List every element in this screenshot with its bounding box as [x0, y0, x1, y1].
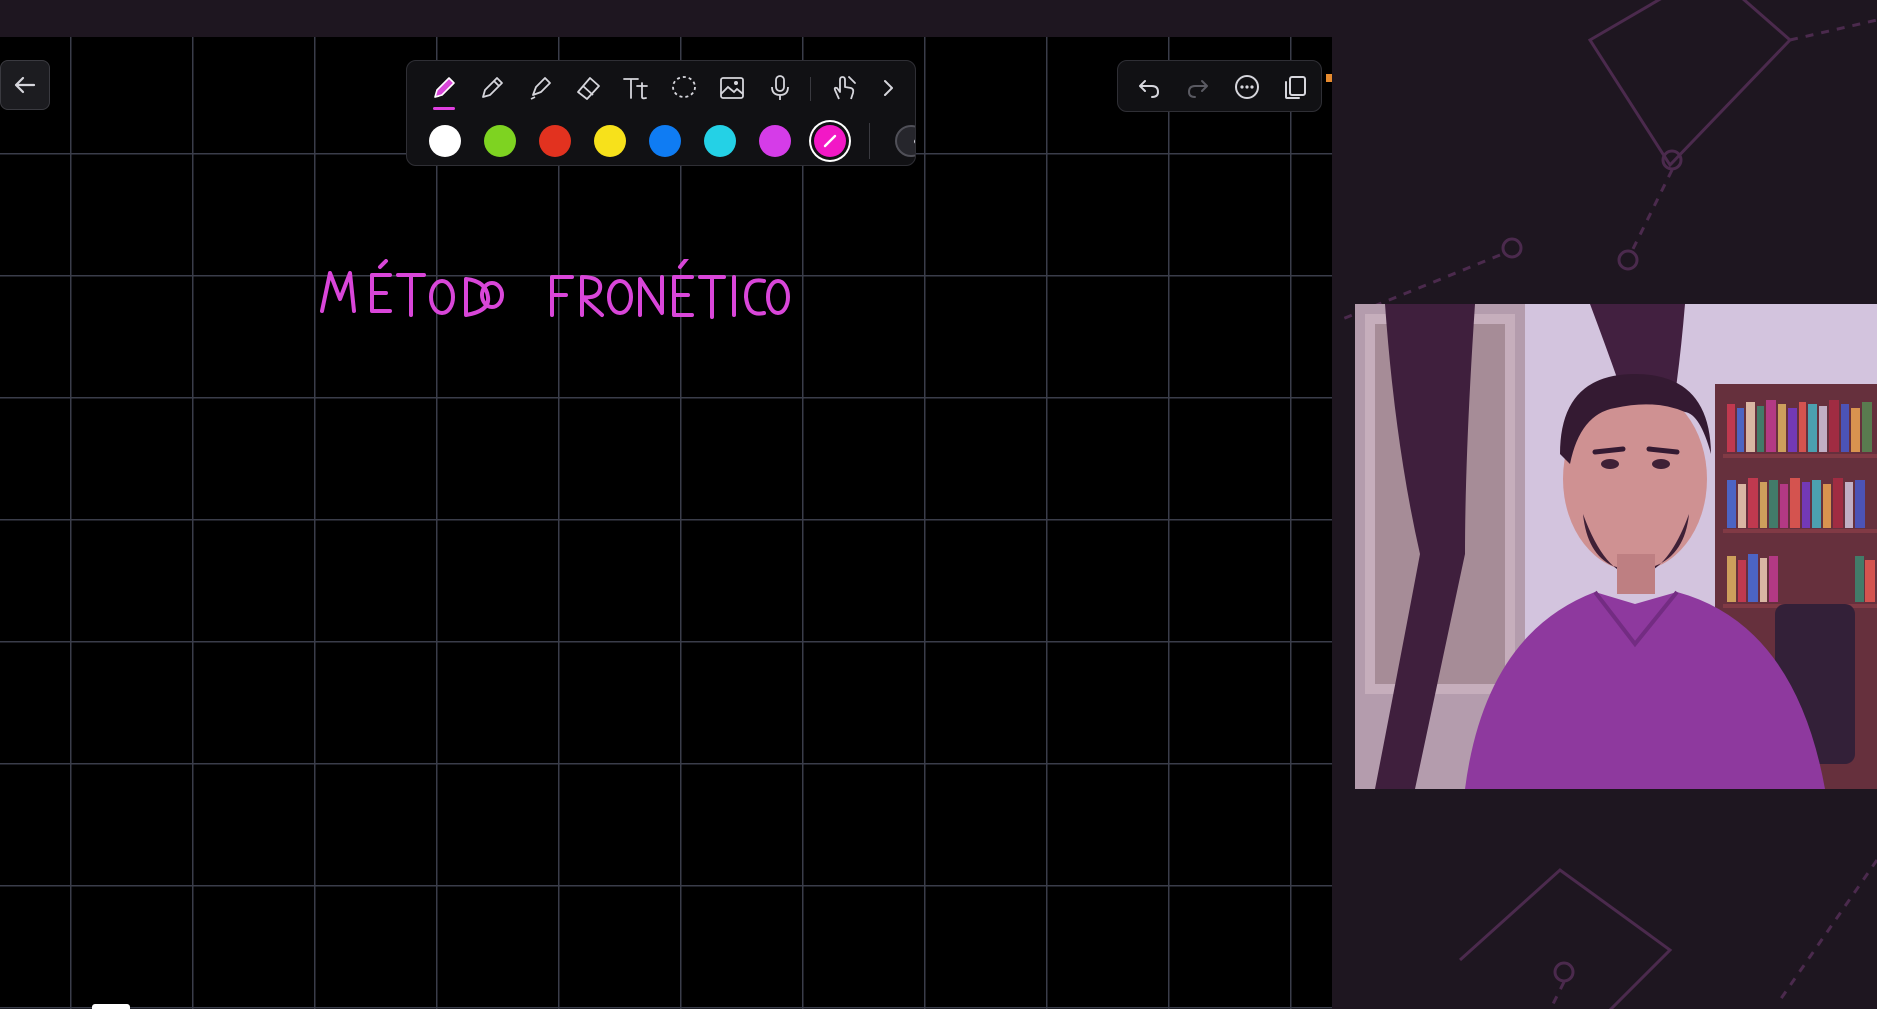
undo-icon [1139, 80, 1159, 98]
tool-row: Tt [407, 61, 915, 113]
image-icon [720, 77, 744, 99]
handwriting-strokes [320, 255, 790, 319]
color-swatch-white[interactable] [429, 125, 461, 157]
more-horizontal-icon [1235, 75, 1259, 99]
color-swatch-yellow[interactable] [594, 125, 626, 157]
color-swatch-cyan[interactable] [704, 125, 736, 157]
highlighter-icon [530, 77, 551, 100]
palette-divider [869, 123, 870, 159]
microphone-icon [771, 75, 789, 100]
color-palette [407, 115, 915, 165]
pencil-tool-button[interactable] [473, 69, 511, 107]
back-button[interactable] [0, 60, 50, 110]
copy-pages-icon [1285, 76, 1306, 99]
undo-button[interactable] [1132, 70, 1166, 104]
toolbar-divider [810, 77, 811, 101]
color-swatch-magenta[interactable] [814, 125, 846, 157]
pen-icon [434, 77, 455, 98]
eraser-tool-button[interactable] [569, 69, 607, 107]
handwritten-title: MÉTODO FRONÉTICO [320, 255, 791, 329]
redo-icon [1188, 80, 1208, 98]
highlighter-tool-button[interactable] [521, 69, 559, 107]
corner-indicator [1326, 74, 1332, 82]
webcam-feed [1355, 304, 1877, 789]
top-strip [0, 0, 1332, 37]
text-tool-button[interactable]: Tt [617, 69, 655, 107]
text-tool-icon [623, 78, 648, 100]
stroke-size-button[interactable] [895, 125, 915, 157]
color-swatch-green[interactable] [484, 125, 516, 157]
toolbar-expand-button[interactable] [869, 69, 907, 107]
arrow-left-icon [14, 76, 36, 94]
touch-drawing-button[interactable] [825, 69, 863, 107]
pages-button[interactable] [1278, 70, 1312, 104]
screen: MÉTODO FRONÉTICO [0, 0, 1877, 1009]
edit-color-icon [823, 134, 837, 148]
redo-button[interactable] [1181, 70, 1215, 104]
lasso-tool-button[interactable] [665, 69, 703, 107]
image-tool-button[interactable] [713, 69, 751, 107]
color-swatch-red[interactable] [539, 125, 571, 157]
pencil-icon [482, 77, 503, 98]
color-swatch-blue[interactable] [649, 125, 681, 157]
chevron-right-icon [884, 80, 893, 96]
color-swatch-purple[interactable] [759, 125, 791, 157]
eraser-icon [577, 77, 600, 100]
microphone-tool-button[interactable] [761, 69, 799, 107]
bottom-handle[interactable] [92, 1004, 130, 1009]
more-options-button[interactable] [1230, 70, 1264, 104]
pen-tool-button[interactable] [425, 69, 463, 110]
lasso-icon [672, 76, 696, 98]
drawing-toolbar: Tt [406, 60, 916, 166]
history-toolbar [1117, 60, 1322, 112]
handwritten-title-text: MÉTODO FRONÉTICO [790, 259, 791, 260]
drawing-canvas[interactable]: MÉTODO FRONÉTICO [0, 37, 1332, 1009]
hand-touch-icon [833, 76, 856, 100]
webcam-illustration [1355, 304, 1877, 789]
